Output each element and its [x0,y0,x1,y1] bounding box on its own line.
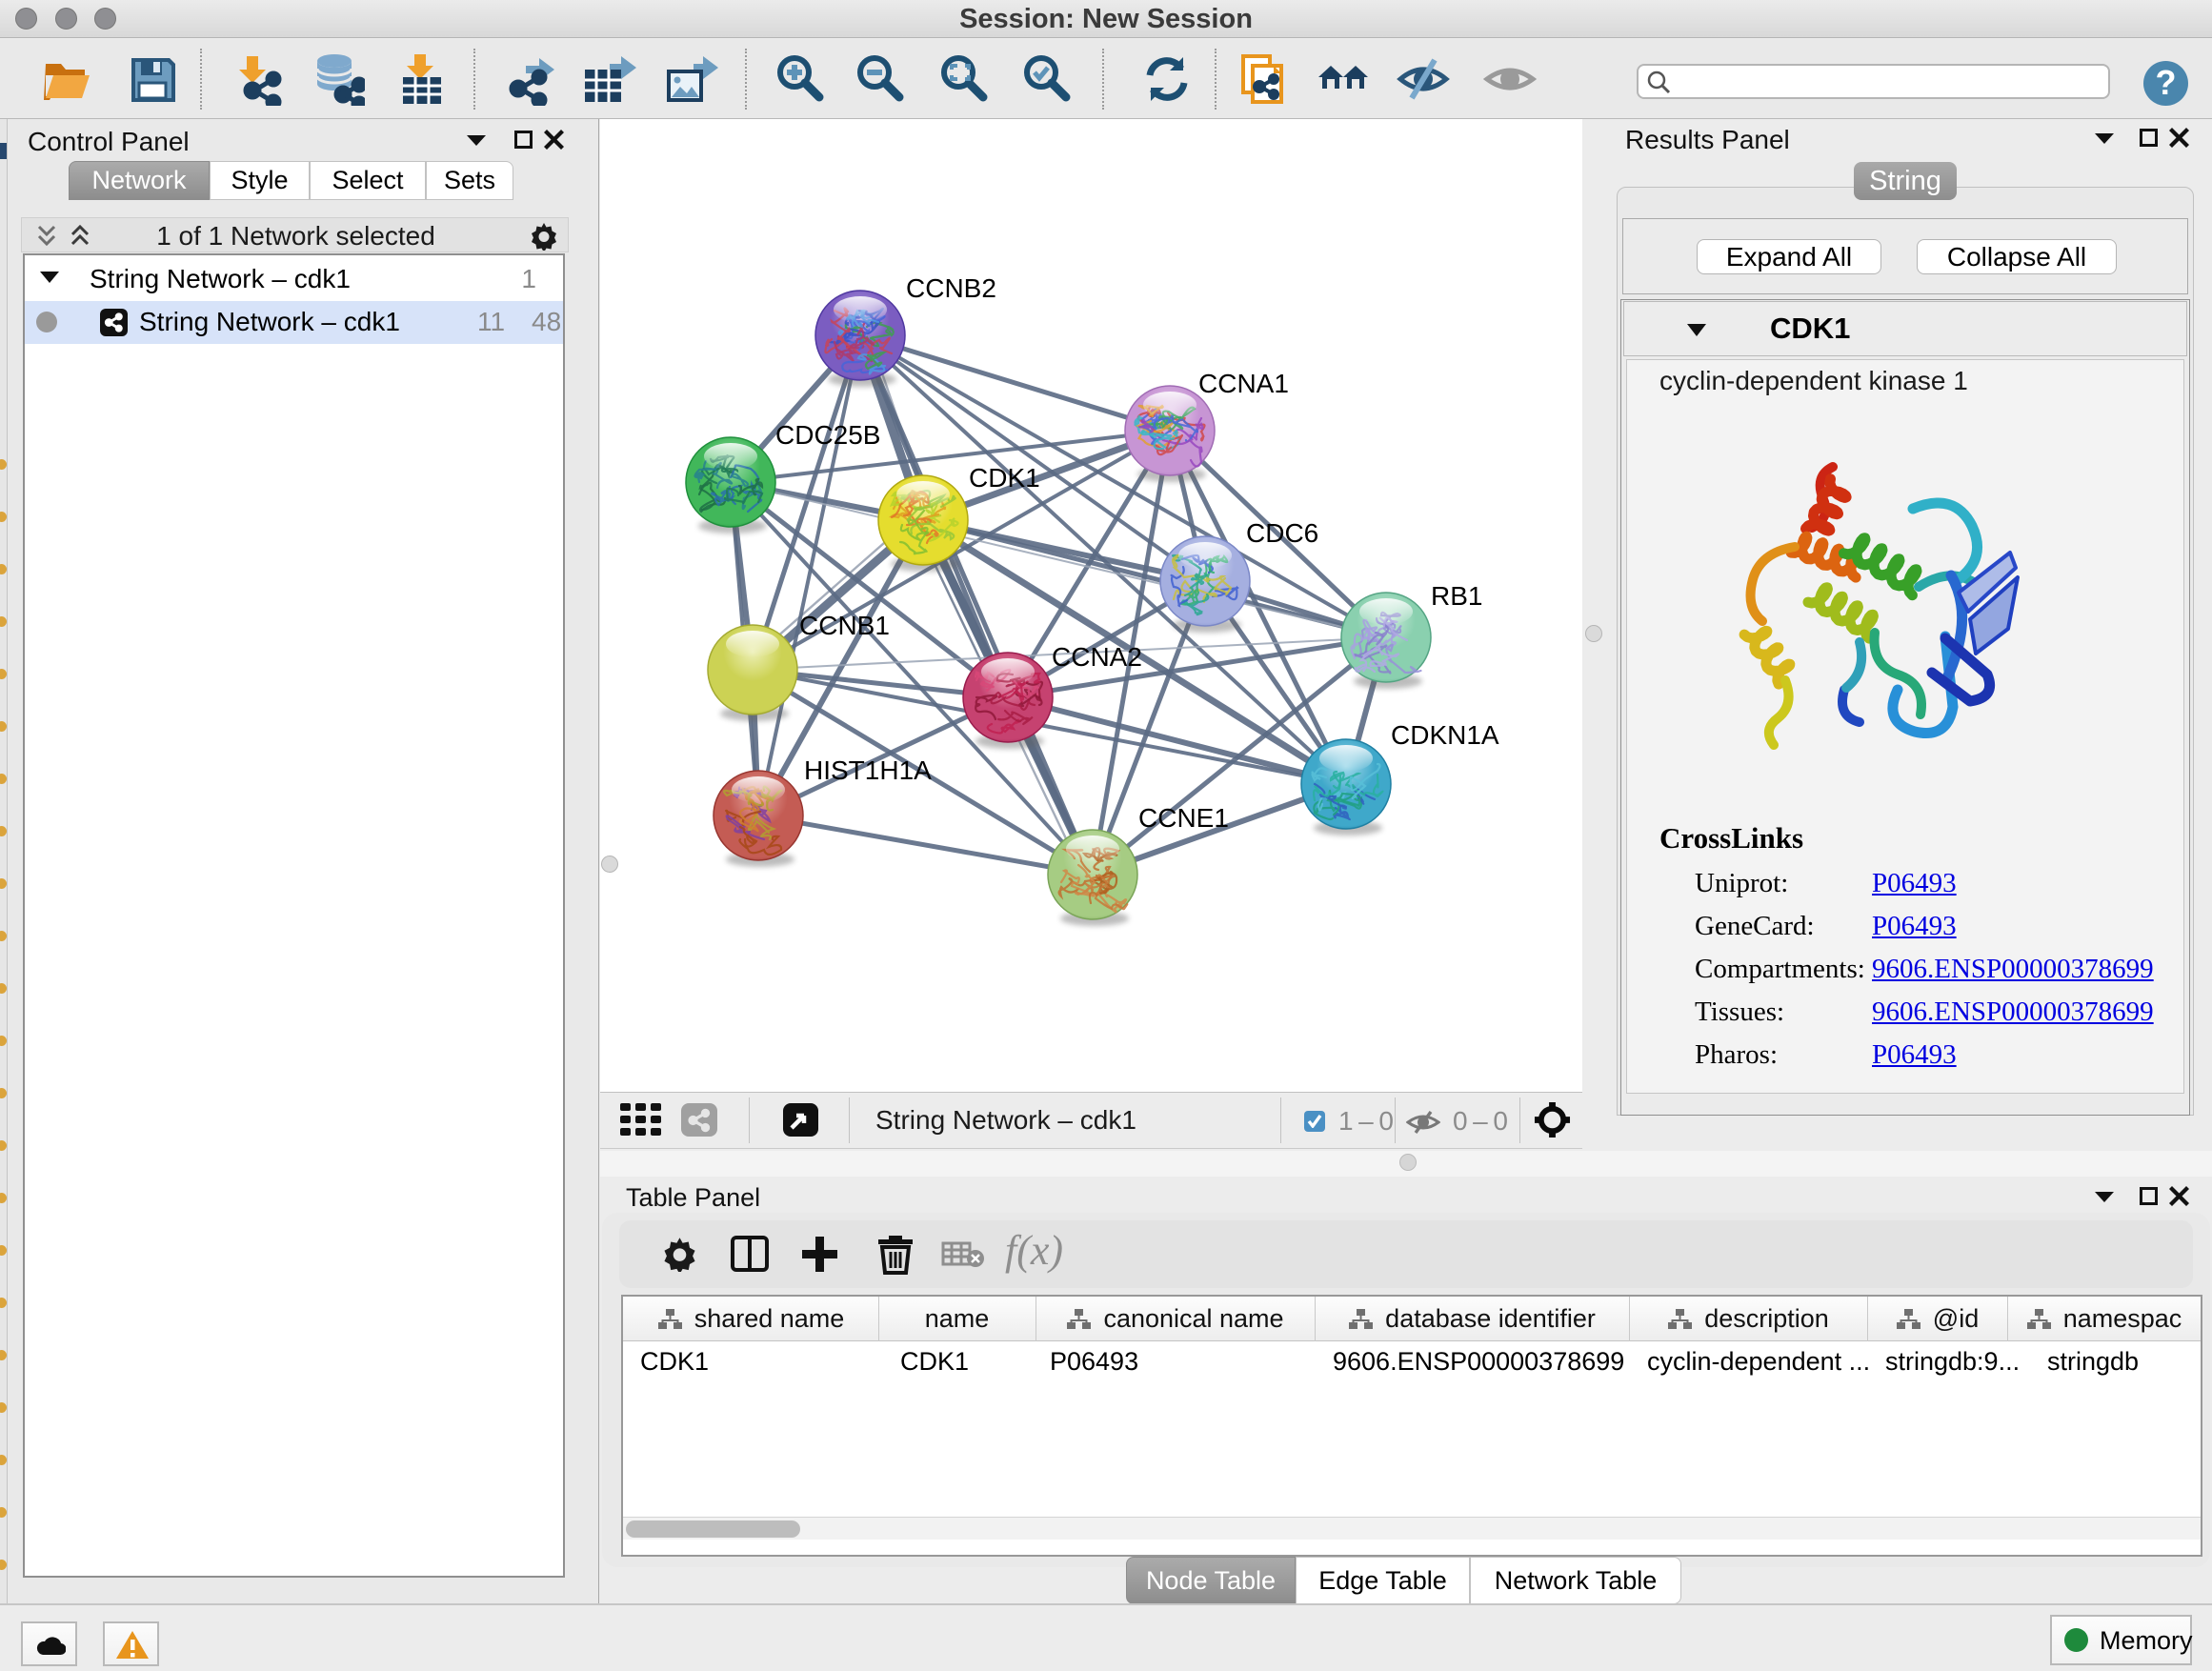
svg-text:CCNA1: CCNA1 [1198,369,1289,398]
svg-text:CDC6: CDC6 [1246,518,1318,548]
svg-text:HIST1H1A: HIST1H1A [804,755,932,785]
svg-text:CDK1: CDK1 [969,463,1040,493]
svg-text:CDC25B: CDC25B [775,420,880,450]
svg-text:CCNB1: CCNB1 [799,611,890,640]
svg-text:RB1: RB1 [1431,581,1482,611]
svg-text:CCNA2: CCNA2 [1052,642,1142,672]
svg-text:CCNB2: CCNB2 [906,273,996,303]
svg-text:CCNE1: CCNE1 [1138,803,1229,833]
svg-text:CDKN1A: CDKN1A [1391,720,1499,750]
